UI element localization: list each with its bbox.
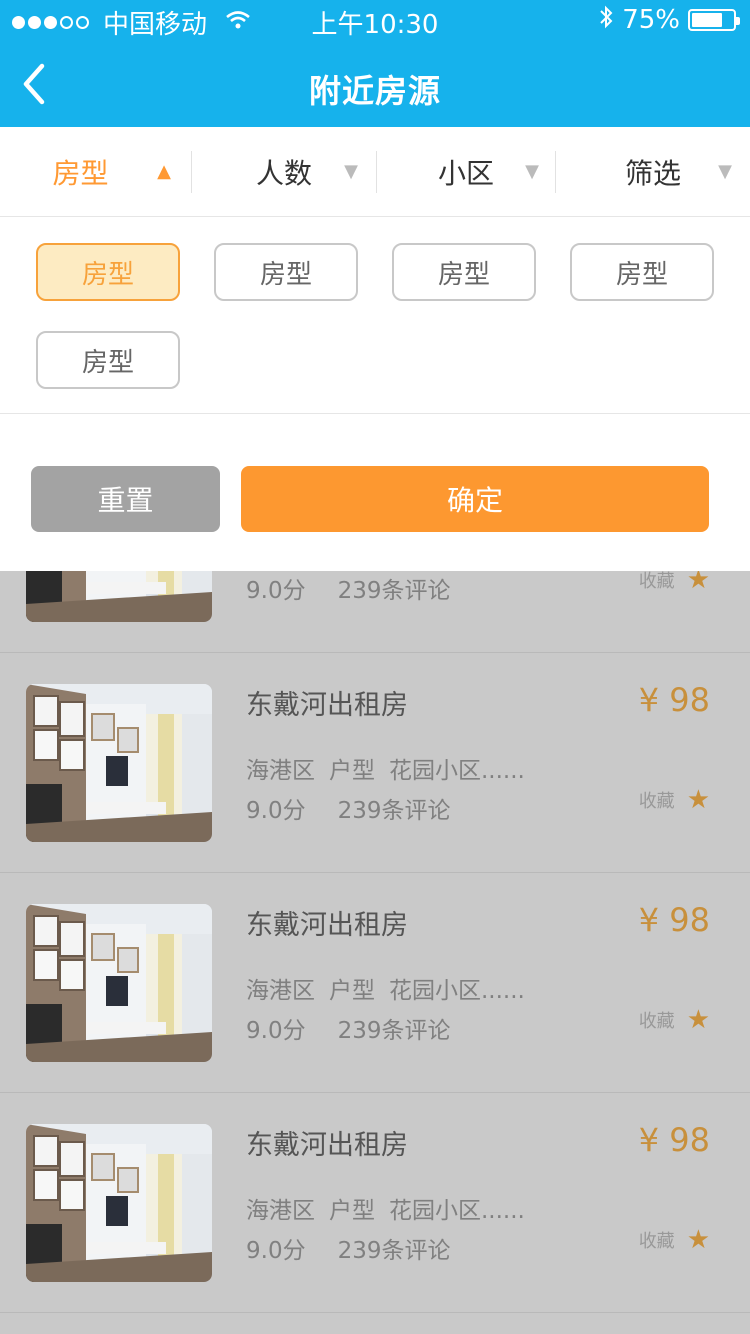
option-chip[interactable]: 房型 bbox=[36, 331, 180, 389]
listing-type: 户型 bbox=[329, 758, 375, 784]
listing-price: ¥ 98 bbox=[638, 901, 710, 939]
filter-panel: 房型 ▲ 人数 ▼ 小区 ▼ 筛选 ▼ 房型 房型 房型 房型 房型 重置 确定 bbox=[0, 127, 750, 571]
listing-score: 9.0分 bbox=[246, 1238, 306, 1264]
listing-community: 花园小区...... bbox=[389, 978, 525, 1004]
star-icon: ★ bbox=[686, 785, 710, 815]
caret-down-icon: ▼ bbox=[525, 161, 539, 182]
star-icon: ★ bbox=[686, 1005, 710, 1035]
option-chip[interactable]: 房型 bbox=[570, 243, 714, 301]
bluetooth-icon bbox=[598, 4, 614, 36]
listing-score: 9.0分 bbox=[246, 798, 306, 824]
tab-guests[interactable]: 人数 ▼ bbox=[192, 127, 376, 217]
listing-type: 户型 bbox=[329, 978, 375, 1004]
favorite-label: 收藏 bbox=[638, 791, 675, 812]
page-title: 附近房源 bbox=[308, 72, 441, 110]
listing-photo bbox=[26, 904, 212, 1062]
list-item[interactable]: 东戴河出租房 ¥ 98 海港区 户型 花园小区...... 9.0分 239条评… bbox=[0, 653, 750, 873]
listing-name: 东戴河出租房 bbox=[246, 910, 408, 941]
listing-rating: 9.0分 239条评论 bbox=[246, 571, 450, 605]
listing-reviews: 239条评论 bbox=[337, 578, 451, 604]
caret-down-icon: ▼ bbox=[344, 161, 358, 182]
listing-community: 花园小区...... bbox=[389, 1198, 525, 1224]
reset-button[interactable]: 重置 bbox=[31, 466, 220, 532]
listing-district: 海港区 bbox=[246, 1198, 315, 1224]
listing-photo bbox=[26, 1124, 212, 1282]
listing-reviews: 239条评论 bbox=[337, 1238, 451, 1264]
listing-district: 海港区 bbox=[246, 978, 315, 1004]
room-type-options: 房型 房型 房型 房型 房型 bbox=[0, 217, 750, 414]
tab-label: 人数 bbox=[255, 157, 312, 190]
listing-name: 东戴河出租房 bbox=[246, 690, 408, 721]
battery-percent: 75% bbox=[622, 5, 680, 35]
option-chip[interactable]: 房型 bbox=[392, 243, 536, 301]
listing-rating: 9.0分 239条评论 bbox=[246, 1011, 450, 1045]
listing-meta: 海港区 户型 花园小区...... bbox=[246, 1191, 525, 1225]
listing-photo bbox=[26, 684, 212, 842]
status-bar: 中国移动 上午10:30 75% bbox=[0, 0, 750, 40]
listing-community: 花园小区...... bbox=[389, 758, 525, 784]
listing-score: 9.0分 bbox=[246, 1018, 306, 1044]
tab-filter[interactable]: 筛选 ▼ bbox=[556, 127, 750, 217]
favorite-button[interactable]: 收藏 ★ bbox=[639, 1005, 710, 1035]
favorite-button[interactable]: 收藏 ★ bbox=[639, 1225, 710, 1255]
listing-meta: 海港区 户型 花园小区...... bbox=[246, 971, 525, 1005]
caret-up-icon: ▲ bbox=[157, 161, 171, 182]
confirm-button[interactable]: 确定 bbox=[241, 466, 709, 532]
favorite-label: 收藏 bbox=[638, 1231, 675, 1252]
filter-tabs: 房型 ▲ 人数 ▼ 小区 ▼ 筛选 ▼ bbox=[0, 127, 750, 217]
listing-price: ¥ 98 bbox=[638, 1121, 710, 1159]
listing-reviews: 239条评论 bbox=[337, 1018, 451, 1044]
listing-price: ¥ 98 bbox=[638, 681, 710, 719]
list-item[interactable]: 东戴河出租房 ¥ 98 海港区 户型 花园小区...... 9.0分 239条评… bbox=[0, 1093, 750, 1313]
listing-name: 东戴河出租房 bbox=[246, 1130, 408, 1161]
listing-rating: 9.0分 239条评论 bbox=[246, 791, 450, 825]
tab-room-type[interactable]: 房型 ▲ bbox=[0, 127, 191, 217]
battery-icon bbox=[688, 9, 740, 31]
star-icon: ★ bbox=[686, 1225, 710, 1255]
listing-meta: 海港区 户型 花园小区...... bbox=[246, 751, 525, 785]
nav-bar: 附近房源 bbox=[0, 40, 750, 127]
listing-type: 户型 bbox=[329, 1198, 375, 1224]
caret-down-icon: ▼ bbox=[718, 161, 732, 182]
listing-reviews: 239条评论 bbox=[337, 798, 451, 824]
favorite-button[interactable]: 收藏 ★ bbox=[639, 785, 710, 815]
listing-district: 海港区 bbox=[246, 758, 315, 784]
listing-score: 9.0分 bbox=[246, 578, 306, 604]
option-chip[interactable]: 房型 bbox=[36, 243, 180, 301]
option-chip[interactable]: 房型 bbox=[214, 243, 358, 301]
app-header: 中国移动 上午10:30 75% 附近房源 bbox=[0, 0, 750, 127]
tab-label: 小区 bbox=[437, 157, 494, 190]
tab-community[interactable]: 小区 ▼ bbox=[377, 127, 555, 217]
listing-rating: 9.0分 239条评论 bbox=[246, 1231, 450, 1265]
tab-label: 房型 bbox=[52, 157, 109, 190]
tab-label: 筛选 bbox=[624, 157, 681, 190]
list-item[interactable]: 东戴河出租房 ¥ 98 海港区 户型 花园小区...... 9.0分 239条评… bbox=[0, 873, 750, 1093]
favorite-label: 收藏 bbox=[638, 1011, 675, 1032]
